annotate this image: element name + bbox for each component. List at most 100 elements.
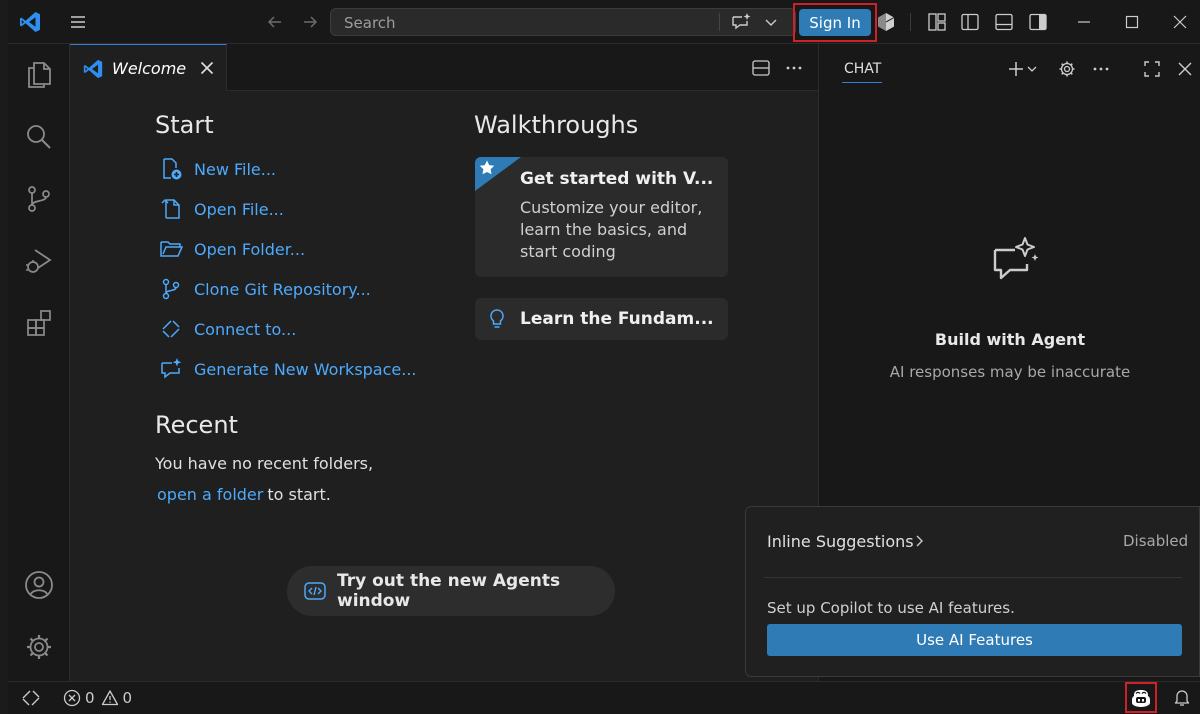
open-folder-link[interactable]: open a folder bbox=[157, 485, 263, 504]
divider bbox=[719, 13, 720, 31]
toggle-panel-icon[interactable] bbox=[993, 11, 1015, 33]
recent-open-folder-line: open a folder to start. bbox=[157, 485, 331, 504]
activity-bar bbox=[8, 44, 70, 681]
search-placeholder: Search bbox=[344, 14, 396, 32]
git-branch-icon bbox=[158, 276, 184, 302]
copilot-status-highlight bbox=[1125, 682, 1157, 713]
start-item-label: Generate New Workspace... bbox=[194, 359, 417, 379]
source-control-icon[interactable] bbox=[22, 182, 56, 216]
warning-count: 0 bbox=[122, 689, 133, 707]
chevron-down-icon[interactable] bbox=[761, 12, 781, 32]
menu-icon[interactable] bbox=[66, 10, 90, 34]
active-tab-underline bbox=[842, 82, 882, 83]
lightbulb-icon bbox=[485, 307, 509, 331]
welcome-page: Start New File... Open File... Open Fold… bbox=[70, 91, 818, 681]
close-window-icon[interactable] bbox=[1168, 10, 1192, 34]
split-editor-icon[interactable] bbox=[751, 58, 771, 78]
error-count: 0 bbox=[85, 689, 95, 707]
close-tab-icon[interactable] bbox=[197, 58, 217, 78]
divider bbox=[910, 13, 911, 31]
start-item-label: Open File... bbox=[194, 199, 284, 219]
walkthrough-description: Customize your editor, learn the basics,… bbox=[520, 198, 703, 261]
clone-git-link[interactable]: Clone Git Repository... bbox=[158, 276, 371, 302]
walkthrough-title: Learn the Fundam... bbox=[520, 309, 714, 329]
inline-suggestions-label[interactable]: Inline Suggestions bbox=[767, 532, 914, 551]
recent-heading: Recent bbox=[155, 411, 238, 439]
open-file-icon bbox=[158, 196, 184, 222]
maximize-panel-icon[interactable] bbox=[1141, 58, 1163, 80]
open-folder-link[interactable]: Open Folder... bbox=[158, 236, 305, 262]
start-item-label: Open Folder... bbox=[194, 239, 306, 259]
walkthroughs-heading: Walkthroughs bbox=[474, 111, 639, 139]
chat-sparkle-icon[interactable] bbox=[729, 11, 753, 33]
chat-panel-title[interactable]: CHAT bbox=[844, 61, 881, 77]
chat-sparkle-icon bbox=[158, 356, 184, 382]
vscode-logo-icon bbox=[17, 10, 43, 34]
star-icon bbox=[478, 159, 496, 177]
customize-layout-icon[interactable] bbox=[926, 11, 948, 33]
warning-icon bbox=[101, 690, 118, 706]
command-center-search[interactable]: Search bbox=[330, 8, 796, 36]
walkthrough-fundamentals-card[interactable]: Learn the Fundam... bbox=[475, 298, 728, 340]
toggle-secondary-sidebar-icon[interactable] bbox=[1027, 11, 1049, 33]
close-panel-icon[interactable] bbox=[1174, 58, 1196, 80]
forward-arrow-icon[interactable] bbox=[298, 10, 322, 34]
more-actions-icon[interactable] bbox=[1090, 58, 1112, 80]
use-ai-features-button[interactable]: Use AI Features bbox=[767, 624, 1182, 656]
run-debug-icon[interactable] bbox=[22, 244, 56, 278]
tab-welcome[interactable]: Welcome bbox=[70, 44, 227, 91]
agents-button-label: Try out the new Agents window bbox=[337, 571, 561, 611]
title-bar: Search Sign In bbox=[8, 0, 1200, 44]
error-icon bbox=[63, 689, 81, 707]
agent-subtitle: AI responses may be inaccurate bbox=[889, 363, 1131, 381]
editor-tab-bar: Welcome bbox=[70, 44, 818, 91]
recent-suffix: to start. bbox=[267, 485, 331, 504]
new-file-icon bbox=[158, 156, 184, 182]
chevron-down-icon[interactable] bbox=[1025, 58, 1039, 80]
open-file-link[interactable]: Open File... bbox=[158, 196, 284, 222]
chat-sparkle-icon bbox=[987, 234, 1043, 290]
notifications-bell-icon[interactable] bbox=[1172, 687, 1194, 709]
inline-suggestions-status: Disabled bbox=[1123, 532, 1189, 550]
try-agents-window-button[interactable]: Try out the new Agents window bbox=[287, 566, 615, 616]
gear-icon[interactable] bbox=[1056, 58, 1078, 80]
maximize-icon[interactable] bbox=[1120, 10, 1144, 34]
walkthrough-get-started-card[interactable]: Get started with V... Customize your edi… bbox=[475, 157, 728, 277]
chevron-right-icon[interactable] bbox=[911, 533, 927, 549]
more-actions-icon[interactable] bbox=[784, 58, 804, 78]
vscode-logo-icon bbox=[82, 58, 104, 80]
new-file-link[interactable]: New File... bbox=[158, 156, 276, 182]
extensions-icon[interactable] bbox=[22, 306, 56, 340]
connect-to-link[interactable]: Connect to... bbox=[158, 316, 296, 342]
agents-window-icon bbox=[303, 578, 327, 604]
accounts-icon[interactable] bbox=[22, 568, 56, 602]
copilot-status-popup: Inline Suggestions Disabled Set up Copil… bbox=[745, 506, 1200, 677]
agent-title: Build with Agent bbox=[934, 330, 1086, 349]
start-item-label: Clone Git Repository... bbox=[194, 279, 371, 299]
remote-icon bbox=[158, 316, 184, 342]
explorer-files-icon[interactable] bbox=[22, 58, 56, 92]
minimize-icon[interactable] bbox=[1072, 10, 1096, 34]
start-item-label: Connect to... bbox=[194, 319, 297, 339]
copilot-icon[interactable] bbox=[1130, 687, 1152, 709]
divider bbox=[764, 577, 1182, 578]
sign-in-highlight: Sign In bbox=[793, 3, 877, 42]
accounts-cube-icon[interactable] bbox=[874, 10, 898, 34]
remote-icon[interactable] bbox=[20, 687, 42, 709]
toggle-primary-sidebar-icon[interactable] bbox=[959, 11, 981, 33]
new-chat-plus-icon[interactable] bbox=[1005, 58, 1027, 80]
status-bar: 0 0 bbox=[8, 681, 1200, 714]
start-heading: Start bbox=[155, 111, 214, 139]
setup-copilot-text: Set up Copilot to use AI features. bbox=[767, 599, 1015, 617]
walkthrough-title: Get started with V... bbox=[520, 169, 714, 189]
folder-icon bbox=[158, 236, 184, 262]
settings-gear-icon[interactable] bbox=[22, 630, 56, 664]
problems-indicator[interactable]: 0 0 bbox=[63, 687, 138, 709]
start-item-label: New File... bbox=[194, 159, 277, 179]
search-icon[interactable] bbox=[22, 120, 56, 154]
recent-empty-text: You have no recent folders, bbox=[155, 454, 374, 473]
tab-label: Welcome bbox=[112, 59, 187, 78]
generate-workspace-link[interactable]: Generate New Workspace... bbox=[158, 356, 417, 382]
back-arrow-icon[interactable] bbox=[263, 10, 287, 34]
sign-in-button[interactable]: Sign In bbox=[799, 9, 871, 36]
